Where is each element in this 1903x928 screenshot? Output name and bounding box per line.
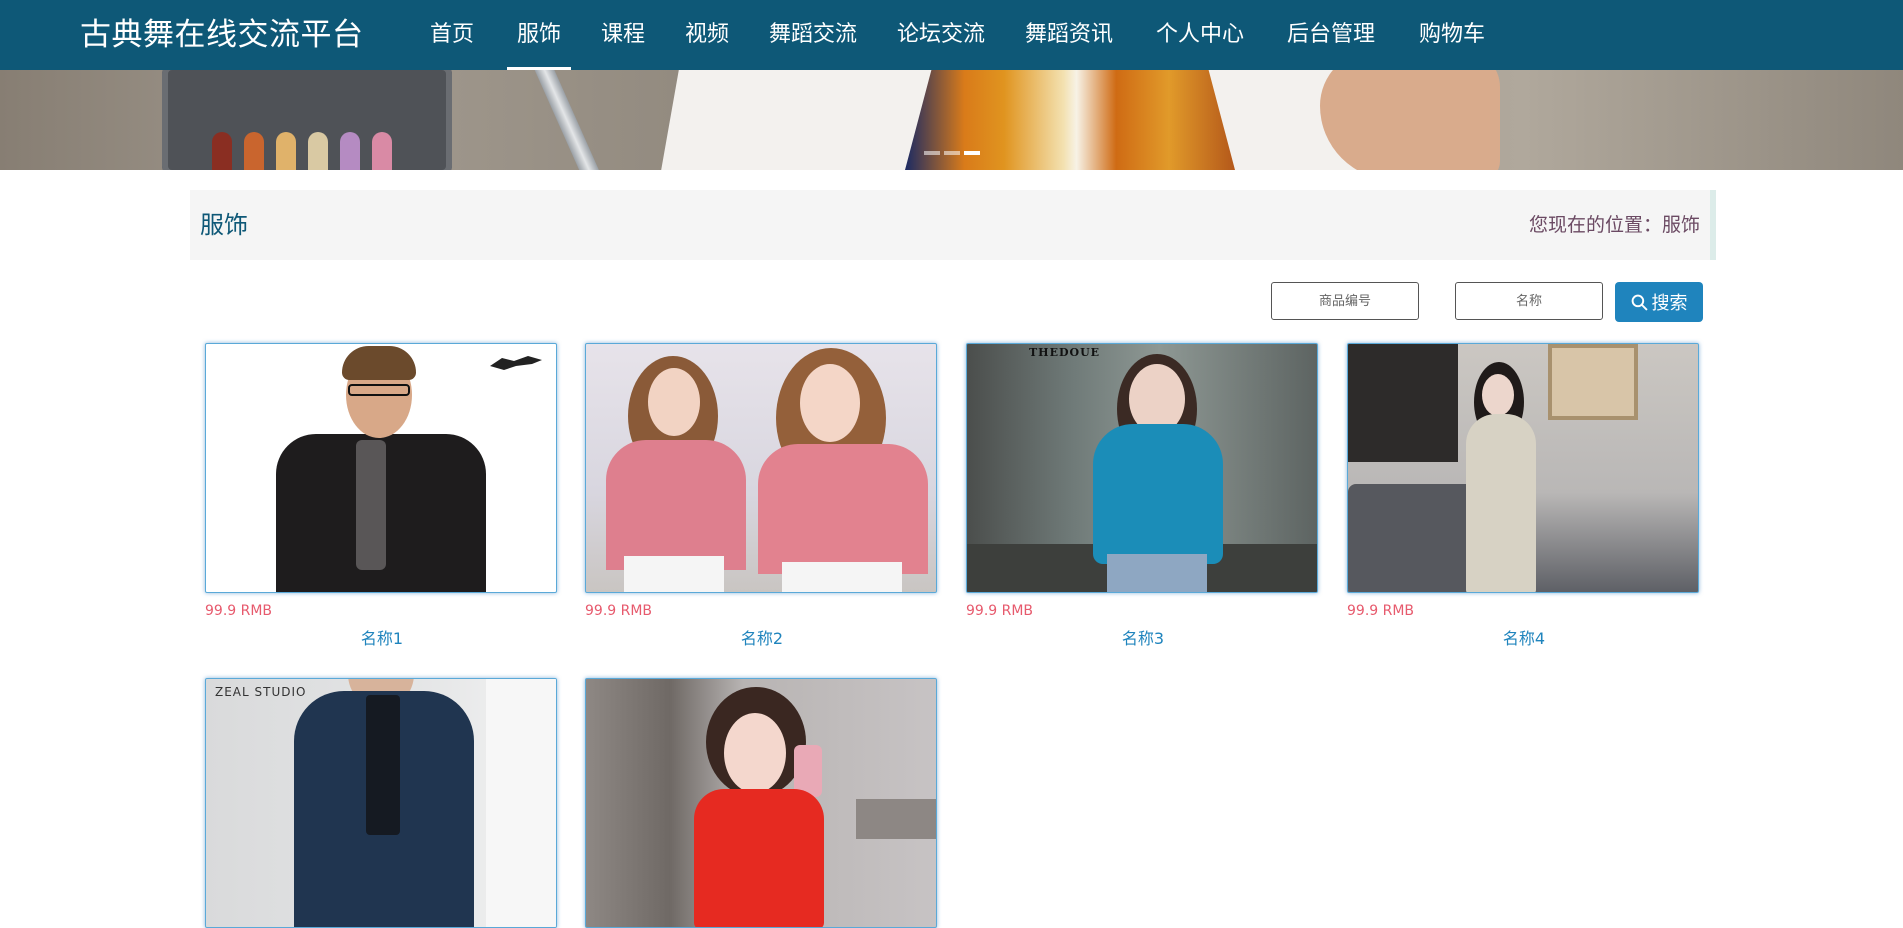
nav-item-dance-news[interactable]: 舞蹈资讯: [1025, 0, 1113, 70]
nav-item-videos[interactable]: 视频: [685, 0, 729, 70]
product-image[interactable]: [585, 343, 937, 593]
product-card[interactable]: ZEAL STUDIO: [205, 678, 559, 928]
product-image[interactable]: ZEAL STUDIO: [205, 678, 557, 928]
product-card[interactable]: 99.9 RMB 名称2: [585, 343, 939, 649]
product-card[interactable]: [585, 678, 939, 928]
page-title: 服饰: [200, 211, 248, 239]
brand-logo: THEDOUE: [1029, 346, 1101, 359]
nav-item-dance-exchange[interactable]: 舞蹈交流: [769, 0, 857, 70]
product-name[interactable]: 名称1: [205, 625, 559, 649]
product-image[interactable]: [1347, 343, 1699, 593]
nav-item-courses[interactable]: 课程: [601, 0, 645, 70]
site-title[interactable]: 古典舞在线交流平台: [80, 0, 364, 70]
nav-item-admin[interactable]: 后台管理: [1287, 0, 1375, 70]
product-card[interactable]: THEDOUE 99.9 RMB 名称3: [966, 343, 1320, 649]
hand-image: [1320, 70, 1500, 170]
product-image[interactable]: THEDOUE: [966, 343, 1318, 593]
nav-item-cart[interactable]: 购物车: [1419, 0, 1485, 70]
product-card[interactable]: 99.9 RMB 名称4: [1347, 343, 1701, 649]
nav-item-home[interactable]: 首页: [430, 0, 474, 70]
carousel-dot[interactable]: [944, 151, 960, 155]
brand-logo: ZEAL STUDIO: [215, 685, 307, 699]
product-name[interactable]: 名称3: [966, 625, 1320, 649]
pencil-tin-image: [162, 70, 452, 170]
brand-logo: [484, 352, 548, 377]
product-price: 99.9 RMB: [205, 603, 273, 619]
product-price: 99.9 RMB: [1347, 603, 1415, 619]
breadcrumb: 您现在的位置：服饰: [1528, 214, 1700, 236]
product-name-input[interactable]: [1455, 282, 1603, 320]
pen-image: [534, 70, 604, 170]
banner-carousel[interactable]: [0, 70, 1903, 170]
product-price: 99.9 RMB: [966, 603, 1034, 619]
product-image[interactable]: [585, 678, 937, 928]
product-name[interactable]: 名称2: [585, 625, 939, 649]
nav-item-personal-center[interactable]: 个人中心: [1156, 0, 1244, 70]
nav-item-forum[interactable]: 论坛交流: [897, 0, 985, 70]
nav-item-clothing[interactable]: 服饰: [506, 0, 572, 70]
page-header-bar: 服饰 您现在的位置：服饰: [190, 190, 1716, 260]
search-icon: [1631, 294, 1648, 311]
carousel-indicators: [924, 140, 984, 159]
search-button-label: 搜索: [1651, 293, 1688, 314]
product-price: 99.9 RMB: [585, 603, 653, 619]
product-code-input[interactable]: [1271, 282, 1419, 320]
product-image[interactable]: [205, 343, 557, 593]
product-card[interactable]: 99.9 RMB 名称1: [205, 343, 559, 649]
carousel-dot[interactable]: [924, 151, 940, 155]
search-button[interactable]: 搜索: [1615, 282, 1703, 322]
top-navbar: 古典舞在线交流平台 首页 服饰 课程 视频 舞蹈交流 论坛交流 舞蹈资讯 个人中…: [0, 0, 1903, 70]
carousel-dot-active[interactable]: [964, 151, 980, 155]
wolf-icon: [490, 356, 542, 370]
product-name[interactable]: 名称4: [1347, 625, 1701, 649]
